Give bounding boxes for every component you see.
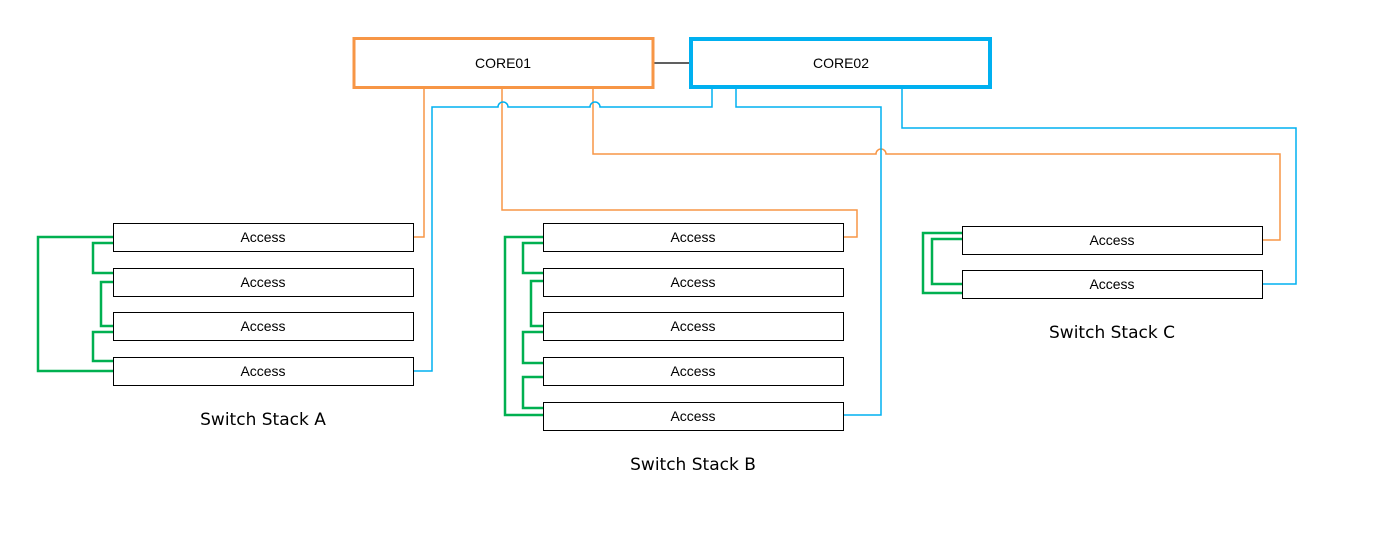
- stack-c-label: Switch Stack C: [1049, 323, 1175, 343]
- access-switch[interactable]: Access: [543, 268, 844, 297]
- access-switch-label: Access: [670, 318, 715, 334]
- access-switch[interactable]: Access: [113, 223, 414, 252]
- access-switch[interactable]: Access: [962, 226, 1263, 255]
- access-switch[interactable]: Access: [543, 223, 844, 252]
- switch-stack-a: Access Access Access Access: [113, 223, 414, 386]
- access-switch[interactable]: Access: [543, 357, 844, 386]
- access-switch-label: Access: [240, 318, 285, 334]
- access-switch-label: Access: [670, 408, 715, 424]
- uplink-core01-stack-b: [501, 88, 858, 238]
- access-switch[interactable]: Access: [543, 402, 844, 431]
- core01-uplinks: [413, 88, 1281, 241]
- access-switch[interactable]: Access: [113, 268, 414, 297]
- core01-node[interactable]: CORE01: [352, 37, 655, 89]
- core01-label: CORE01: [475, 55, 531, 71]
- access-switch-label: Access: [1089, 276, 1134, 292]
- switch-stack-c: Access Access: [962, 226, 1263, 299]
- access-switch-label: Access: [670, 274, 715, 290]
- access-switch-label: Access: [240, 274, 285, 290]
- stack-a-label: Switch Stack A: [200, 410, 326, 430]
- access-switch-label: Access: [1089, 232, 1134, 248]
- stack-a-cabling: [36, 235, 113, 373]
- access-switch-label: Access: [240, 229, 285, 245]
- uplink-core01-stack-c: [592, 88, 1281, 241]
- access-switch[interactable]: Access: [113, 312, 414, 341]
- access-switch-label: Access: [240, 363, 285, 379]
- stack-b-label: Switch Stack B: [630, 455, 756, 475]
- switch-stack-b: Access Access Access Access Access: [543, 223, 844, 431]
- core02-node[interactable]: CORE02: [689, 37, 992, 89]
- access-switch[interactable]: Access: [962, 270, 1263, 299]
- access-switch-label: Access: [670, 229, 715, 245]
- stack-c-cabling: [921, 231, 962, 295]
- core02-label: CORE02: [813, 55, 869, 71]
- access-switch[interactable]: Access: [543, 312, 844, 341]
- access-switch-label: Access: [670, 363, 715, 379]
- uplink-core01-stack-a: [413, 88, 425, 238]
- network-diagram: CORE01 CORE02 AccessAccessAccessAccess A…: [36, 37, 1297, 475]
- access-switch[interactable]: Access: [113, 357, 414, 386]
- stack-b-cabling: [503, 235, 543, 417]
